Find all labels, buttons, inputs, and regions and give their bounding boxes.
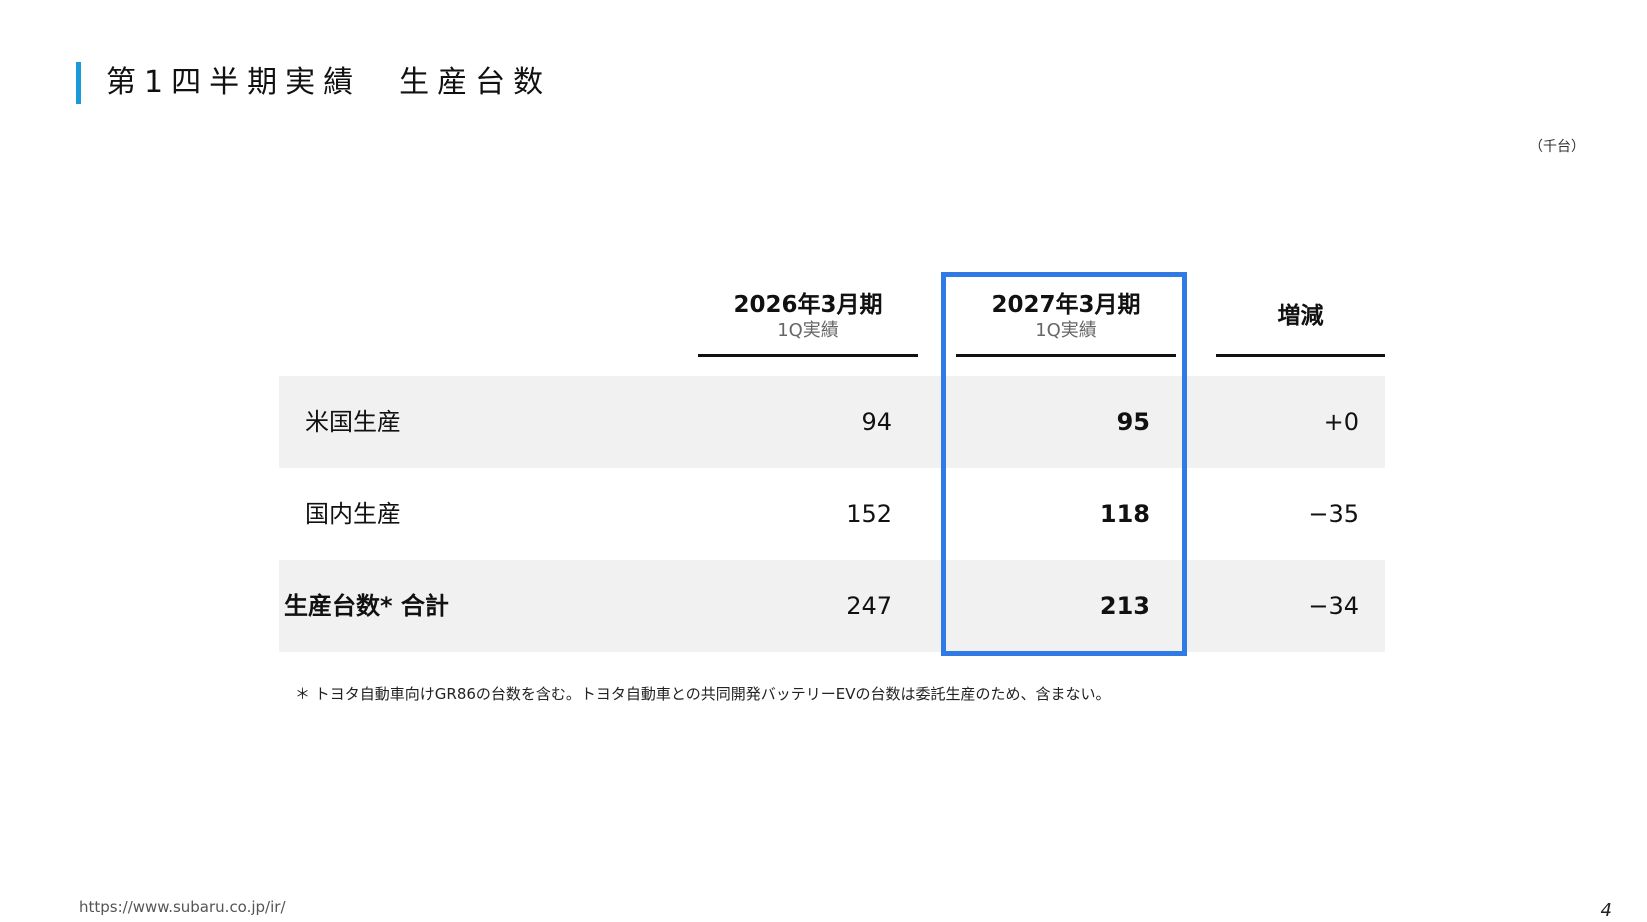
- footnote: ＊ トヨタ自動車向けGR86の台数を含む。トヨタ自動車との共同開発バッテリーEV…: [295, 685, 1111, 703]
- column-header-main: 増減: [1277, 303, 1324, 329]
- unit-label: （千台）: [1529, 139, 1585, 155]
- column-header-main: 2026年3月期: [733, 292, 883, 318]
- column-header-sub: 1Q実績: [777, 320, 839, 341]
- value-2026: 152: [846, 500, 892, 528]
- row-label: 米国生産: [305, 408, 401, 436]
- column-header-underline: [698, 354, 918, 357]
- table-row: 米国生産 94 95 +0: [279, 376, 1385, 468]
- title-accent-bar: [76, 62, 81, 104]
- table-row: 国内生産 152 118 −35: [279, 468, 1385, 560]
- page-title: 第1四半期実績 生産台数: [106, 65, 552, 100]
- row-label: 国内生産: [305, 500, 401, 528]
- value-diff: +0: [1323, 408, 1359, 436]
- page-number: 4: [1600, 900, 1612, 921]
- highlight-box: [941, 272, 1187, 656]
- table-row-total: 生産台数* 合計 247 213 −34: [279, 560, 1385, 652]
- row-label: 生産台数* 合計: [284, 592, 449, 620]
- value-diff: −35: [1308, 500, 1359, 528]
- value-2026: 247: [846, 592, 892, 620]
- column-header-2026: 2026年3月期 1Q実績: [698, 290, 918, 357]
- value-diff: −34: [1308, 592, 1359, 620]
- value-2026: 94: [861, 408, 892, 436]
- column-header-underline: [1216, 354, 1385, 357]
- column-header-diff: 増減: [1216, 290, 1385, 357]
- footer-url: https://www.subaru.co.jp/ir/: [79, 898, 286, 916]
